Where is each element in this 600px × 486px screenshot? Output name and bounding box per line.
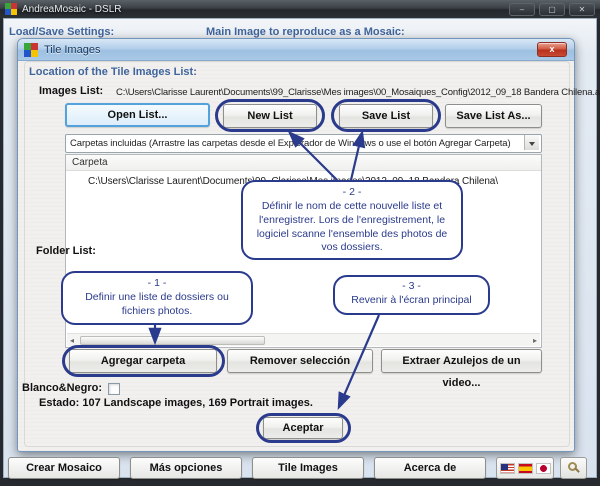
agregar-carpeta-button[interactable]: Agregar carpeta <box>69 349 217 373</box>
save-list-as-button[interactable]: Save List As... <box>445 104 542 128</box>
callout-1-text: Definir une liste de dossiers ou fichier… <box>85 291 229 317</box>
dialog-titlebar[interactable]: Tile Images <box>18 39 574 61</box>
tile-images-button[interactable]: Tile Images <box>252 457 364 479</box>
folder-list-column-header[interactable]: Carpeta <box>66 155 541 171</box>
dialog-title: Tile Images <box>44 44 100 56</box>
magnifier-icon <box>568 462 577 471</box>
scroll-left-icon[interactable]: ◂ <box>70 336 74 345</box>
maximize-button[interactable]: ▢ <box>539 3 565 16</box>
mas-opciones-button[interactable]: Más opciones <box>130 457 242 479</box>
callout-2-number: - 2 - <box>251 186 453 200</box>
us-flag-icon <box>500 463 515 474</box>
load-save-settings-label: Load/Save Settings: <box>9 26 114 38</box>
images-list-path: C:\Users\Clarisse Laurent\Documents\99_C… <box>116 87 600 98</box>
main-image-label: Main Image to reproduce as a Mosaic: <box>206 26 405 38</box>
chevron-down-icon <box>529 142 535 146</box>
crear-mosaico-button[interactable]: Crear Mosaico <box>8 457 120 479</box>
horizontal-scrollbar[interactable]: ◂ ▸ <box>67 333 540 346</box>
tile-images-dialog: Tile Images x Location of the Tile Image… <box>17 38 575 452</box>
scrollbar-thumb[interactable] <box>80 336 265 345</box>
folders-included-combobox[interactable]: Carpetas incluidas (Arrastre las carpeta… <box>65 134 542 153</box>
blanco-negro-checkbox[interactable] <box>108 383 120 395</box>
window-close-button[interactable]: ✕ <box>569 3 595 16</box>
spain-flag-icon <box>518 463 533 474</box>
location-group-title: Location of the Tile Images List: <box>29 66 197 78</box>
extraer-azulejos-button[interactable]: Extraer Azulejos de un video... <box>381 349 542 373</box>
new-list-button[interactable]: New List <box>223 104 317 128</box>
callout-3-text: Revenir à l'écran principal <box>351 294 471 306</box>
remover-seleccion-button[interactable]: Remover selección <box>227 349 373 373</box>
minimize-button[interactable]: – <box>509 3 535 16</box>
language-flags-button[interactable] <box>496 457 554 479</box>
dialog-mosaic-icon <box>24 43 38 57</box>
images-list-label: Images List: <box>39 85 103 97</box>
aceptar-button[interactable]: Aceptar <box>263 417 343 439</box>
callout-3: - 3 - Revenir à l'écran principal <box>333 275 490 315</box>
callout-2: - 2 - Définir le nom de cette nouvelle l… <box>241 180 463 260</box>
magnifier-button[interactable] <box>560 457 587 479</box>
callout-2-text: Définir le nom de cette nouvelle liste e… <box>257 200 448 254</box>
blanco-negro-label: Blanco&Negro: <box>22 382 102 394</box>
scroll-right-icon[interactable]: ▸ <box>533 336 537 345</box>
status-text: Estado: 107 Landscape images, 169 Portra… <box>39 397 313 409</box>
open-list-button[interactable]: Open List... <box>65 103 210 127</box>
callout-3-number: - 3 - <box>343 280 480 294</box>
window-controls: – ▢ ✕ <box>509 3 595 16</box>
screen: AndreaMosaic - DSLR – ▢ ✕ Load/Save Sett… <box>0 0 600 486</box>
dialog-close-button[interactable]: x <box>537 42 567 57</box>
callout-1: - 1 - Definir une liste de dossiers ou f… <box>61 271 253 325</box>
acerca-de-button[interactable]: Acerca de <box>374 457 486 479</box>
window-titlebar[interactable]: AndreaMosaic - DSLR – ▢ ✕ <box>0 0 600 18</box>
callout-1-number: - 1 - <box>71 277 243 291</box>
folder-list-label: Folder List: <box>36 245 96 257</box>
combobox-dropdown-button[interactable] <box>524 135 539 150</box>
app-mosaic-icon <box>5 3 17 15</box>
save-list-button[interactable]: Save List <box>339 104 433 128</box>
japan-flag-icon <box>536 463 551 474</box>
window-title: AndreaMosaic - DSLR <box>22 4 121 15</box>
